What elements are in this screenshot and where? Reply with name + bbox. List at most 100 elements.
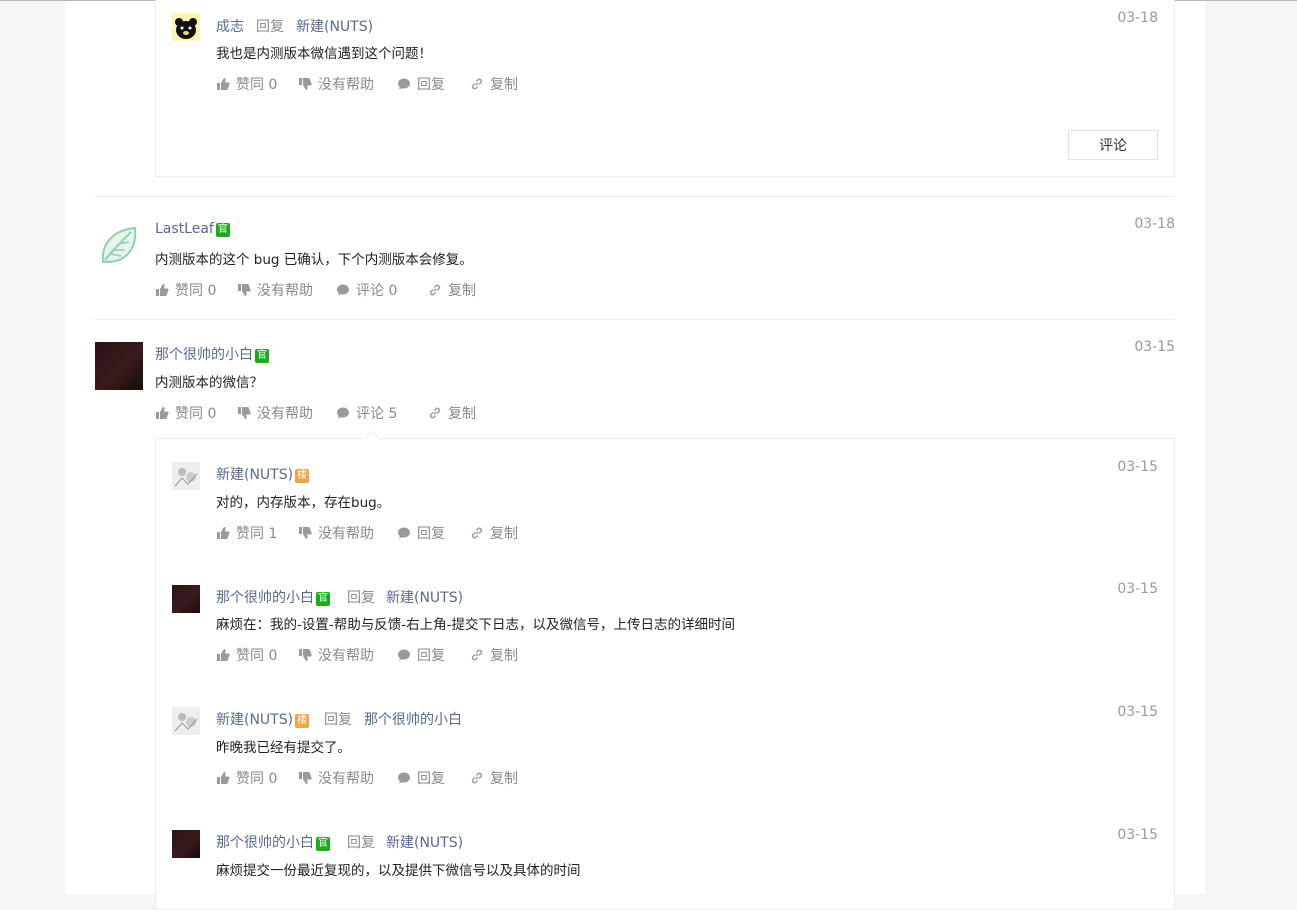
like-label: 赞同 0 <box>175 406 217 422</box>
unhelpful-button[interactable]: 没有帮助 <box>298 645 374 665</box>
unhelpful-label: 没有帮助 <box>318 77 374 93</box>
reply-target-name[interactable]: 新建(NUTS) <box>386 832 463 852</box>
link-icon <box>471 772 483 784</box>
unhelpful-label: 没有帮助 <box>318 648 374 664</box>
like-button[interactable]: 赞同 0 <box>155 403 216 423</box>
comment-content: 麻烦提交一份最近复现的，以及提供下微信号以及具体的时间 <box>216 863 581 879</box>
comment-content: 我也是内测版本微信遇到这个问题！ <box>216 46 432 62</box>
like-button[interactable]: 赞同 0 <box>216 645 277 665</box>
comment-date: 03-15 <box>1117 581 1158 597</box>
reply-button[interactable]: 回复 <box>397 645 445 665</box>
unhelpful-button[interactable]: 没有帮助 <box>237 403 313 423</box>
divider <box>95 196 1175 197</box>
like-button[interactable]: 赞同 0 <box>216 74 277 94</box>
copy-button[interactable]: 复制 <box>470 768 518 788</box>
reply-label: 回复 <box>417 77 445 93</box>
comment-submit-button[interactable]: 评论 <box>1068 130 1158 160</box>
floor-badge: 楼 <box>295 469 310 483</box>
like-button[interactable]: 赞同 0 <box>216 768 277 788</box>
author-name[interactable]: 那个很帅的小白官 <box>155 344 269 364</box>
reply-button[interactable]: 回复 <box>397 74 445 94</box>
thumbs-down-icon <box>238 284 251 296</box>
reply-word: 回复 <box>347 835 375 851</box>
copy-button[interactable]: 复制 <box>470 645 518 665</box>
like-label: 赞同 0 <box>236 648 278 664</box>
avatar[interactable] <box>95 342 143 390</box>
copy-label: 复制 <box>490 771 518 787</box>
unhelpful-label: 没有帮助 <box>318 771 374 787</box>
comment-bubble-icon <box>398 772 410 784</box>
author-name-text: 那个很帅的小白 <box>216 835 314 851</box>
comment-date: 03-15 <box>1117 827 1158 843</box>
unhelpful-label: 没有帮助 <box>318 526 374 542</box>
avatar[interactable] <box>172 830 200 858</box>
like-label: 赞同 0 <box>236 771 278 787</box>
unhelpful-button[interactable]: 没有帮助 <box>298 768 374 788</box>
comment-bubble-icon <box>398 649 410 661</box>
thumbs-up-icon <box>156 407 169 419</box>
comment-bubble-icon <box>337 407 349 419</box>
author-name-text: 那个很帅的小白 <box>155 347 253 363</box>
author-name[interactable]: 那个很帅的小白官 <box>216 832 330 852</box>
copy-button[interactable]: 复制 <box>428 403 476 423</box>
avatar[interactable] <box>172 585 200 613</box>
official-badge: 官 <box>316 592 330 606</box>
unhelpful-button[interactable]: 没有帮助 <box>237 280 313 300</box>
reply-word: 回复 <box>324 712 352 728</box>
bear-avatar-icon <box>172 13 200 41</box>
sketch-avatar-icon <box>172 707 200 735</box>
thumbs-up-icon <box>217 527 230 539</box>
comment-button[interactable]: 评论 5 <box>336 403 397 423</box>
unhelpful-button[interactable]: 没有帮助 <box>298 74 374 94</box>
author-name[interactable]: 成志 <box>216 16 244 36</box>
copy-button[interactable]: 复制 <box>470 74 518 94</box>
thumbs-down-icon <box>299 772 312 784</box>
reply-target-name[interactable]: 新建(NUTS) <box>296 16 373 36</box>
author-name[interactable]: 那个很帅的小白官 <box>216 587 330 607</box>
copy-button[interactable]: 复制 <box>470 523 518 543</box>
like-button[interactable]: 赞同 0 <box>155 280 216 300</box>
official-badge: 官 <box>255 349 269 363</box>
comment-content: 麻烦在：我的-设置-帮助与反馈-右上角-提交下日志，以及微信号，上传日志的详细时… <box>216 617 735 633</box>
author-name[interactable]: 新建(NUTS) 楼 <box>216 464 310 484</box>
author-name-text: 新建(NUTS) <box>216 467 294 483</box>
reply-button[interactable]: 回复 <box>397 523 445 543</box>
author-name-text: 那个很帅的小白 <box>216 590 314 606</box>
unhelpful-label: 没有帮助 <box>257 406 313 422</box>
avatar[interactable] <box>172 707 200 735</box>
link-icon <box>471 649 483 661</box>
copy-label: 复制 <box>448 406 476 422</box>
comment-content: 对的，内存版本，存在bug。 <box>216 495 391 511</box>
like-label: 赞同 0 <box>175 283 217 299</box>
thumbs-up-icon <box>217 772 230 784</box>
author-name[interactable]: LastLeaf 官 <box>155 221 230 237</box>
copy-label: 复制 <box>448 283 476 299</box>
answer-content: 内测版本的这个 bug 已确认，下个内测版本会修复。 <box>155 252 473 268</box>
like-button[interactable]: 赞同 1 <box>216 523 277 543</box>
reply-label: 回复 <box>417 648 445 664</box>
comment-button[interactable]: 评论 0 <box>336 280 397 300</box>
official-badge: 官 <box>316 837 330 851</box>
thumbs-up-icon <box>217 649 230 661</box>
comment-date: 03-15 <box>1117 459 1158 475</box>
link-icon <box>471 527 483 539</box>
author-name-text: LastLeaf <box>155 221 214 237</box>
official-badge: 官 <box>215 223 230 237</box>
comment-bubble-icon <box>398 527 410 539</box>
avatar[interactable] <box>172 13 200 41</box>
reply-target-name[interactable]: 新建(NUTS) <box>386 587 463 607</box>
leaf-logo-icon <box>101 226 137 263</box>
comment-label: 评论 5 <box>356 406 398 422</box>
unhelpful-button[interactable]: 没有帮助 <box>298 523 374 543</box>
avatar[interactable] <box>95 222 143 270</box>
answer-date: 03-15 <box>1134 339 1175 355</box>
like-label: 赞同 0 <box>236 77 278 93</box>
copy-button[interactable]: 复制 <box>428 280 476 300</box>
reply-target-name[interactable]: 那个很帅的小白 <box>364 709 462 729</box>
author-name[interactable]: 新建(NUTS) 楼 <box>216 709 310 729</box>
thumbs-up-icon <box>156 284 169 296</box>
avatar[interactable] <box>172 462 200 490</box>
answer-date: 03-18 <box>1134 216 1175 232</box>
reply-button[interactable]: 回复 <box>397 768 445 788</box>
copy-label: 复制 <box>490 526 518 542</box>
